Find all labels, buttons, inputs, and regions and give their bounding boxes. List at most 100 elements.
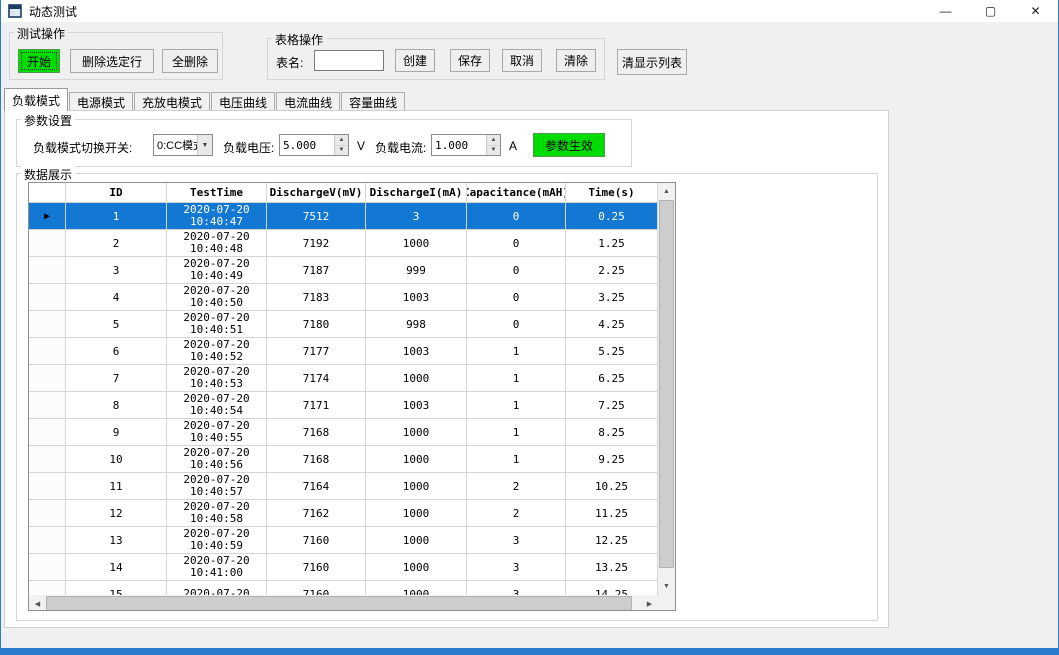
table-cell[interactable]: 1000: [366, 230, 467, 257]
column-header-dischargev[interactable]: DischargeV(mV): [267, 183, 366, 203]
row-header-cell[interactable]: [29, 284, 66, 311]
table-cell[interactable]: 1003: [366, 338, 467, 365]
row-header-cell[interactable]: [29, 365, 66, 392]
table-cell[interactable]: 2020-07-20 10:40:48: [167, 230, 267, 257]
horizontal-scrollbar-thumb[interactable]: [46, 596, 632, 611]
table-cell[interactable]: 1.25: [566, 230, 658, 257]
table-row[interactable]: 62020-07-20 10:40:527177100315.25: [29, 338, 658, 365]
table-cell[interactable]: 5.25: [566, 338, 658, 365]
table-name-input[interactable]: [314, 50, 384, 71]
table-cell[interactable]: 1: [467, 338, 566, 365]
horizontal-scrollbar[interactable]: ◀ ▶: [29, 595, 658, 611]
table-row[interactable]: 52020-07-20 10:40:51718099804.25: [29, 311, 658, 338]
column-header-id[interactable]: ID: [66, 183, 167, 203]
table-cell[interactable]: 7160: [267, 581, 366, 595]
table-cell[interactable]: 11: [66, 473, 167, 500]
table-cell[interactable]: 1000: [366, 473, 467, 500]
table-cell[interactable]: 1: [467, 392, 566, 419]
row-header-cell[interactable]: [29, 554, 66, 581]
table-row[interactable]: 32020-07-20 10:40:49718799902.25: [29, 257, 658, 284]
table-cell[interactable]: 2: [467, 473, 566, 500]
table-cell[interactable]: 13.25: [566, 554, 658, 581]
column-header-time[interactable]: Time(s): [566, 183, 658, 203]
table-row[interactable]: 152020-07-2071601000314.25: [29, 581, 658, 595]
table-cell[interactable]: 7.25: [566, 392, 658, 419]
table-cell[interactable]: 0: [467, 203, 566, 230]
table-cell[interactable]: 12: [66, 500, 167, 527]
current-row-pointer-icon[interactable]: ▶: [29, 203, 66, 230]
row-header-cell[interactable]: [29, 473, 66, 500]
table-cell[interactable]: 7183: [267, 284, 366, 311]
table-cell[interactable]: 13: [66, 527, 167, 554]
table-cell[interactable]: 2020-07-20 10:40:56: [167, 446, 267, 473]
table-cell[interactable]: 7171: [267, 392, 366, 419]
tab-capacity-curve[interactable]: 容量曲线: [341, 92, 405, 111]
start-button[interactable]: 开始: [18, 49, 60, 73]
table-cell[interactable]: 14.25: [566, 581, 658, 595]
vertical-scrollbar-thumb[interactable]: [659, 200, 674, 568]
spin-up-icon[interactable]: ▲: [487, 135, 500, 146]
table-row[interactable]: 132020-07-20 10:40:5971601000312.25: [29, 527, 658, 554]
table-row[interactable]: 142020-07-20 10:41:0071601000313.25: [29, 554, 658, 581]
table-cell[interactable]: 8: [66, 392, 167, 419]
table-cell[interactable]: 1000: [366, 365, 467, 392]
table-cell[interactable]: 7177: [267, 338, 366, 365]
column-header-dischargei[interactable]: DischargeI(mA): [366, 183, 467, 203]
column-header-capacitance[interactable]: Capacitance(mAH): [467, 183, 566, 203]
table-cell[interactable]: 0: [467, 230, 566, 257]
table-cell[interactable]: 999: [366, 257, 467, 284]
load-current-value[interactable]: 1.000: [432, 135, 486, 155]
table-row[interactable]: ▶12020-07-20 10:40:477512300.25: [29, 203, 658, 230]
table-cell[interactable]: 7187: [267, 257, 366, 284]
data-grid[interactable]: ID TestTime DischargeV(mV) DischargeI(mA…: [28, 182, 676, 611]
load-voltage-stepper[interactable]: 5.000 ▲ ▼: [279, 134, 349, 156]
table-cell[interactable]: 1: [467, 419, 566, 446]
delete-all-button[interactable]: 全删除: [162, 49, 218, 73]
table-cell[interactable]: 2020-07-20 10:40:47: [167, 203, 267, 230]
spin-down-icon[interactable]: ▼: [487, 146, 500, 156]
table-cell[interactable]: 9.25: [566, 446, 658, 473]
taskbar[interactable]: [1, 648, 1058, 655]
chevron-down-icon[interactable]: ▼: [197, 135, 212, 155]
table-cell[interactable]: 10.25: [566, 473, 658, 500]
table-cell[interactable]: 2020-07-20 10:40:49: [167, 257, 267, 284]
tab-load-mode[interactable]: 负载模式: [4, 88, 68, 111]
tab-power-mode[interactable]: 电源模式: [69, 92, 133, 111]
table-cell[interactable]: 2020-07-20 10:40:53: [167, 365, 267, 392]
table-cell[interactable]: 11.25: [566, 500, 658, 527]
row-header-cell[interactable]: [29, 311, 66, 338]
table-cell[interactable]: 1000: [366, 554, 467, 581]
table-cell[interactable]: 7160: [267, 527, 366, 554]
scroll-right-icon[interactable]: ▶: [641, 595, 658, 611]
load-current-stepper[interactable]: 1.000 ▲ ▼: [431, 134, 501, 156]
table-cell[interactable]: 3: [366, 203, 467, 230]
tab-current-curve[interactable]: 电流曲线: [276, 92, 340, 111]
close-button[interactable]: ✕: [1013, 0, 1058, 22]
save-button[interactable]: 保存: [450, 49, 490, 72]
cancel-button[interactable]: 取消: [502, 49, 542, 72]
scroll-up-icon[interactable]: ▲: [658, 183, 675, 200]
table-cell[interactable]: 7164: [267, 473, 366, 500]
maximize-button[interactable]: ▢: [968, 0, 1013, 22]
table-row[interactable]: 72020-07-20 10:40:537174100016.25: [29, 365, 658, 392]
table-cell[interactable]: 0.25: [566, 203, 658, 230]
row-header-cell[interactable]: [29, 581, 66, 595]
table-cell[interactable]: 1000: [366, 419, 467, 446]
table-cell[interactable]: 7162: [267, 500, 366, 527]
table-cell[interactable]: 1003: [366, 284, 467, 311]
load-voltage-value[interactable]: 5.000: [280, 135, 334, 155]
apply-parameters-button[interactable]: 参数生效: [533, 133, 605, 157]
table-cell[interactable]: 7512: [267, 203, 366, 230]
row-header-corner[interactable]: [29, 183, 66, 203]
table-cell[interactable]: 6.25: [566, 365, 658, 392]
table-row[interactable]: 122020-07-20 10:40:5871621000211.25: [29, 500, 658, 527]
table-cell[interactable]: 2020-07-20 10:40:59: [167, 527, 267, 554]
table-row[interactable]: 82020-07-20 10:40:547171100317.25: [29, 392, 658, 419]
create-button[interactable]: 创建: [395, 49, 435, 72]
table-cell[interactable]: 0: [467, 311, 566, 338]
spin-down-icon[interactable]: ▼: [335, 146, 348, 156]
table-cell[interactable]: 1000: [366, 446, 467, 473]
table-cell[interactable]: 7174: [267, 365, 366, 392]
table-cell[interactable]: 2.25: [566, 257, 658, 284]
table-cell[interactable]: 10: [66, 446, 167, 473]
